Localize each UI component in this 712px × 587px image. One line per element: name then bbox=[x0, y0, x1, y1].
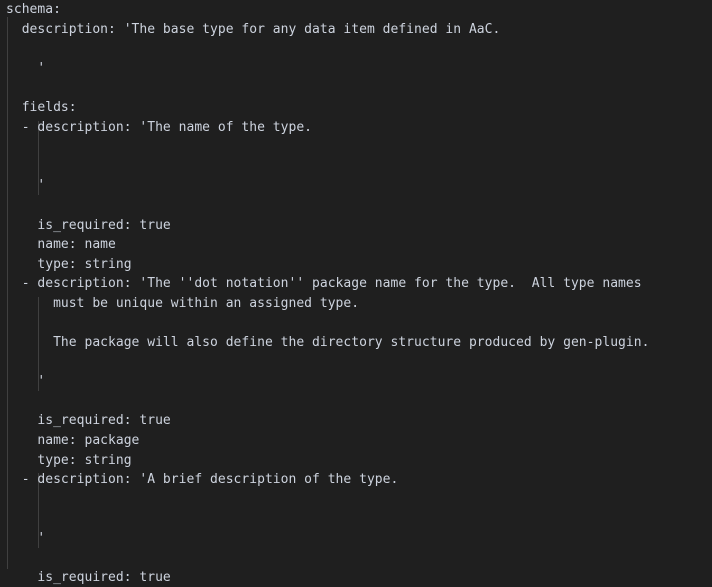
code-line[interactable]: schema: bbox=[0, 0, 712, 20]
code-line[interactable]: name: name bbox=[0, 235, 712, 255]
code-line[interactable] bbox=[0, 314, 712, 334]
code-line[interactable] bbox=[0, 196, 712, 216]
code-line[interactable]: - description: 'A brief description of t… bbox=[0, 470, 712, 490]
code-line[interactable] bbox=[0, 509, 712, 529]
code-line[interactable]: ' bbox=[0, 176, 712, 196]
code-line[interactable]: type: string bbox=[0, 451, 712, 471]
code-line[interactable]: ' bbox=[0, 372, 712, 392]
code-line[interactable]: is_required: true bbox=[0, 411, 712, 431]
code-line[interactable]: The package will also define the directo… bbox=[0, 333, 712, 353]
code-line[interactable]: fields: bbox=[0, 98, 712, 118]
code-line[interactable]: is_required: true bbox=[0, 216, 712, 236]
code-editor[interactable]: schema: description: 'The base type for … bbox=[0, 0, 712, 587]
code-content[interactable]: schema: description: 'The base type for … bbox=[0, 0, 712, 587]
code-line[interactable] bbox=[0, 137, 712, 157]
code-line[interactable]: - description: 'The name of the type. bbox=[0, 118, 712, 138]
code-line[interactable] bbox=[0, 353, 712, 373]
code-line[interactable]: ' bbox=[0, 59, 712, 79]
code-line[interactable] bbox=[0, 157, 712, 177]
code-line[interactable]: - description: 'The ''dot notation'' pac… bbox=[0, 274, 712, 294]
code-line[interactable]: type: string bbox=[0, 255, 712, 275]
code-line[interactable] bbox=[0, 490, 712, 510]
code-line[interactable]: ' bbox=[0, 529, 712, 549]
code-line[interactable]: must be unique within an assigned type. bbox=[0, 294, 712, 314]
code-line[interactable]: is_required: true bbox=[0, 568, 712, 587]
code-line[interactable] bbox=[0, 392, 712, 412]
code-line[interactable]: name: package bbox=[0, 431, 712, 451]
code-line[interactable] bbox=[0, 549, 712, 569]
code-line[interactable] bbox=[0, 39, 712, 59]
code-line[interactable] bbox=[0, 78, 712, 98]
code-line[interactable]: description: 'The base type for any data… bbox=[0, 20, 712, 40]
